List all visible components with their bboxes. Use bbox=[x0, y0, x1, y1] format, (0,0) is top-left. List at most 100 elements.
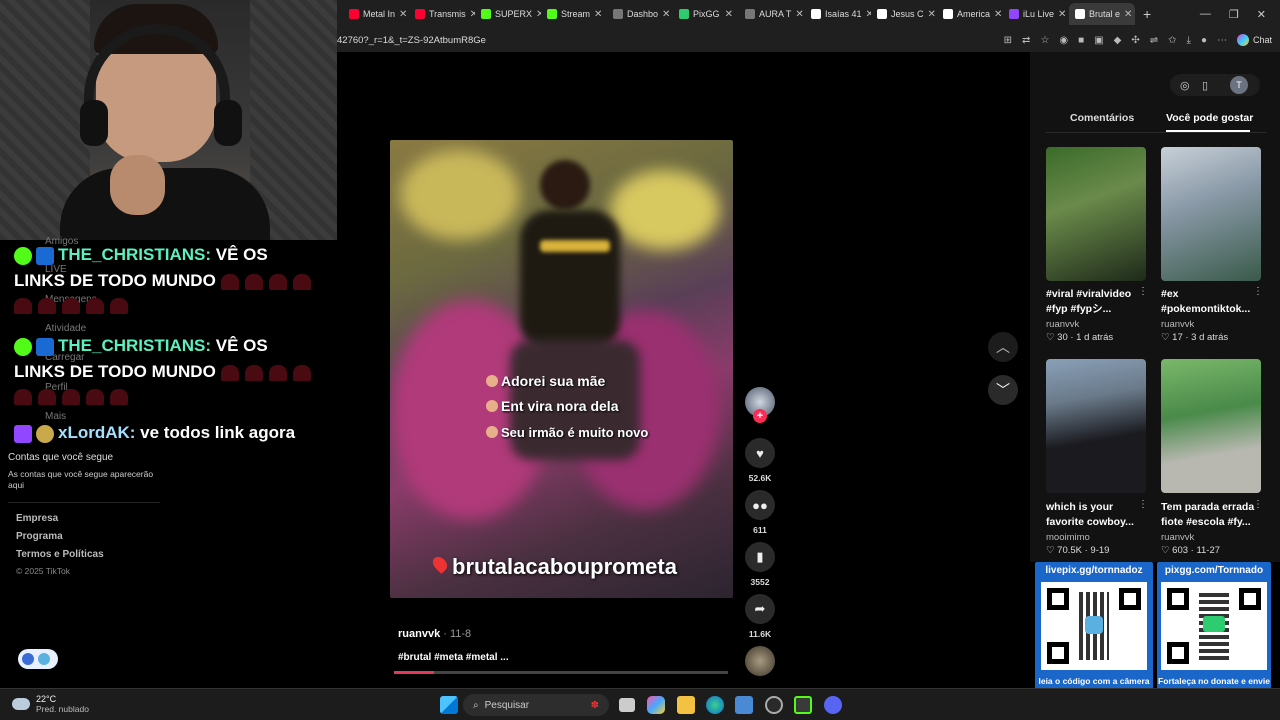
share-action[interactable]: ➦ 11.6K bbox=[745, 594, 775, 639]
extension-icon[interactable]: ◉ bbox=[1059, 35, 1068, 46]
favorites-icon[interactable]: ✩ bbox=[1168, 35, 1176, 46]
related-title[interactable]: Tem parada errada fiote #escola #fy... bbox=[1161, 500, 1261, 530]
close-tab-icon[interactable]: ✕ bbox=[1124, 9, 1132, 20]
browser-tab[interactable]: Dashbo ✕ bbox=[607, 3, 673, 25]
chevron-up-icon: ︿ bbox=[996, 339, 1010, 355]
browser-tab[interactable]: Metal In ✕ bbox=[343, 3, 409, 25]
related-title[interactable]: #viral #viralvideo #fyp #fypシ... bbox=[1046, 287, 1146, 317]
app-icon[interactable]: ⊞ bbox=[1004, 35, 1012, 46]
previous-video-button[interactable]: ︿ bbox=[988, 332, 1018, 362]
app-active-icon[interactable] bbox=[794, 696, 812, 714]
browser-tab[interactable]: SUPERX ✕ bbox=[475, 3, 541, 25]
restore-icon[interactable]: ❐ bbox=[1229, 8, 1239, 21]
more-options-icon[interactable]: ⋮ bbox=[1138, 499, 1148, 510]
footer-link-terms[interactable]: Termos e Políticas bbox=[16, 549, 104, 560]
file-explorer-icon[interactable] bbox=[677, 696, 695, 714]
related-author[interactable]: ruanvvk bbox=[1161, 532, 1194, 543]
close-tab-icon[interactable]: ✕ bbox=[795, 9, 803, 20]
browser-tab[interactable]: iLu Live ✕ bbox=[1003, 3, 1069, 25]
more-options-icon[interactable]: ⋮ bbox=[1253, 286, 1263, 297]
right-panel: ◎ ▯ T Comentários Você pode gostar #vira… bbox=[1030, 52, 1280, 562]
video-progress[interactable] bbox=[394, 671, 728, 674]
related-thumbnail[interactable] bbox=[1046, 359, 1146, 493]
extension-icon[interactable]: ◆ bbox=[1114, 35, 1122, 46]
browser-tab[interactable]: Isaías 41 ✕ bbox=[805, 3, 871, 25]
discord-icon[interactable] bbox=[824, 696, 842, 714]
url-text[interactable]: 42760?_r=1&_t=ZS-92AtbumR8Ge bbox=[337, 35, 486, 46]
emoji-icon bbox=[486, 426, 498, 438]
browser-tab[interactable]: Jesus C ✕ bbox=[871, 3, 937, 25]
browser-tab-active[interactable]: Brutal e ✕ bbox=[1069, 3, 1135, 25]
close-tab-icon[interactable]: ✕ bbox=[594, 9, 602, 20]
extension-icon[interactable]: ▣ bbox=[1094, 35, 1103, 46]
related-title[interactable]: which is your favorite cowboy... bbox=[1046, 500, 1146, 530]
download-icon[interactable]: ⤓ bbox=[1187, 35, 1191, 46]
close-tab-icon[interactable]: ✕ bbox=[662, 9, 670, 20]
follow-plus-icon[interactable]: + bbox=[753, 409, 767, 423]
chat-button[interactable]: Chat bbox=[1236, 34, 1272, 46]
comment-icon[interactable]: ●● bbox=[745, 490, 775, 520]
close-window-icon[interactable]: ✕ bbox=[1257, 8, 1266, 21]
close-tab-icon[interactable]: ✕ bbox=[1058, 9, 1066, 20]
puzzle-icon[interactable]: ✣ bbox=[1131, 35, 1139, 46]
minimize-icon[interactable]: — bbox=[1200, 8, 1211, 21]
weather-widget[interactable]: 22°C Pred. nublado bbox=[12, 694, 89, 714]
split-icon[interactable]: ⇌ bbox=[1150, 35, 1158, 46]
footer-link-program[interactable]: Programa bbox=[16, 531, 63, 542]
related-author[interactable]: ruanvvk bbox=[1046, 319, 1079, 330]
get-app-button[interactable] bbox=[18, 649, 58, 669]
footer-link-company[interactable]: Empresa bbox=[16, 513, 58, 524]
video-author[interactable]: ruanvvk · 11-8 bbox=[398, 628, 471, 640]
video-player[interactable]: Adorei sua mãe Ent vira nora dela Seu ir… bbox=[390, 140, 733, 598]
music-disc[interactable] bbox=[745, 646, 775, 676]
more-icon[interactable]: ⋯ bbox=[1217, 35, 1227, 46]
address-bar[interactable]: 42760?_r=1&_t=ZS-92AtbumR8Ge ⊞ ⇄ ☆ ◉ ■ ▣… bbox=[337, 28, 1280, 52]
profile-avatar[interactable]: T bbox=[1230, 76, 1248, 94]
tab-favicon-icon bbox=[415, 9, 425, 19]
share-icon[interactable]: ➦ bbox=[745, 594, 775, 624]
related-author[interactable]: ruanvvk bbox=[1161, 319, 1194, 330]
video-tags[interactable]: #brutal #meta #metal ... bbox=[398, 652, 509, 663]
related-thumbnail[interactable] bbox=[1046, 147, 1146, 281]
close-tab-icon[interactable]: ✕ bbox=[725, 9, 733, 20]
close-tab-icon[interactable]: ✕ bbox=[994, 9, 1002, 20]
task-view-icon[interactable] bbox=[619, 698, 635, 712]
new-tab-icon[interactable]: + bbox=[1143, 6, 1151, 22]
heart-icon[interactable]: ♥ bbox=[745, 438, 775, 468]
comment-action[interactable]: ●● 611 bbox=[745, 490, 775, 535]
extension-icon[interactable]: ■ bbox=[1078, 35, 1084, 46]
next-video-button[interactable]: ﹀ bbox=[988, 375, 1018, 405]
tab-you-may-like[interactable]: Você pode gostar bbox=[1166, 112, 1253, 124]
related-thumbnail[interactable] bbox=[1161, 359, 1261, 493]
profile-icon[interactable]: ● bbox=[1201, 35, 1207, 46]
browser-tab[interactable]: AURA T ✕ bbox=[739, 3, 805, 25]
edge-icon[interactable] bbox=[706, 696, 724, 714]
obs-icon[interactable] bbox=[765, 696, 783, 714]
close-tab-icon[interactable]: ✕ bbox=[928, 9, 936, 20]
related-thumbnail[interactable] bbox=[1161, 147, 1261, 281]
windows-start-icon[interactable] bbox=[440, 696, 458, 714]
music-disc-icon[interactable] bbox=[745, 646, 775, 676]
tab-comments[interactable]: Comentários bbox=[1070, 112, 1134, 124]
bookmark-icon[interactable]: ▮ bbox=[745, 542, 775, 572]
related-author[interactable]: mooimimo bbox=[1046, 532, 1090, 543]
save-action[interactable]: ▮ 3552 bbox=[745, 542, 775, 587]
mini-player-icon[interactable]: ◎ bbox=[1180, 79, 1190, 92]
close-tab-icon[interactable]: ✕ bbox=[399, 9, 407, 20]
more-options-icon[interactable]: ⋮ bbox=[1253, 499, 1263, 510]
browser-tab[interactable]: America ✕ bbox=[937, 3, 1003, 25]
browser-tab[interactable]: Stream ✕ bbox=[541, 3, 607, 25]
like-action[interactable]: ♥ 52.6K bbox=[745, 438, 775, 483]
tab-favicon-icon bbox=[877, 9, 887, 19]
photos-icon[interactable] bbox=[735, 696, 753, 714]
copilot-icon[interactable] bbox=[647, 696, 665, 714]
more-options-icon[interactable]: ⋮ bbox=[1138, 286, 1148, 297]
translate-icon[interactable]: ⇄ bbox=[1022, 35, 1030, 46]
star-icon[interactable]: ☆ bbox=[1040, 35, 1049, 46]
browser-tab[interactable]: Transmis ✕ bbox=[409, 3, 475, 25]
phone-icon[interactable]: ▯ bbox=[1202, 79, 1208, 92]
related-title[interactable]: #ex #pokemontiktok... bbox=[1161, 287, 1261, 317]
creator-avatar[interactable]: + bbox=[745, 387, 775, 423]
browser-tab[interactable]: PixGG ✕ bbox=[673, 3, 739, 25]
taskbar-search[interactable]: ⌕ Pesquisar ✽ bbox=[463, 694, 609, 716]
